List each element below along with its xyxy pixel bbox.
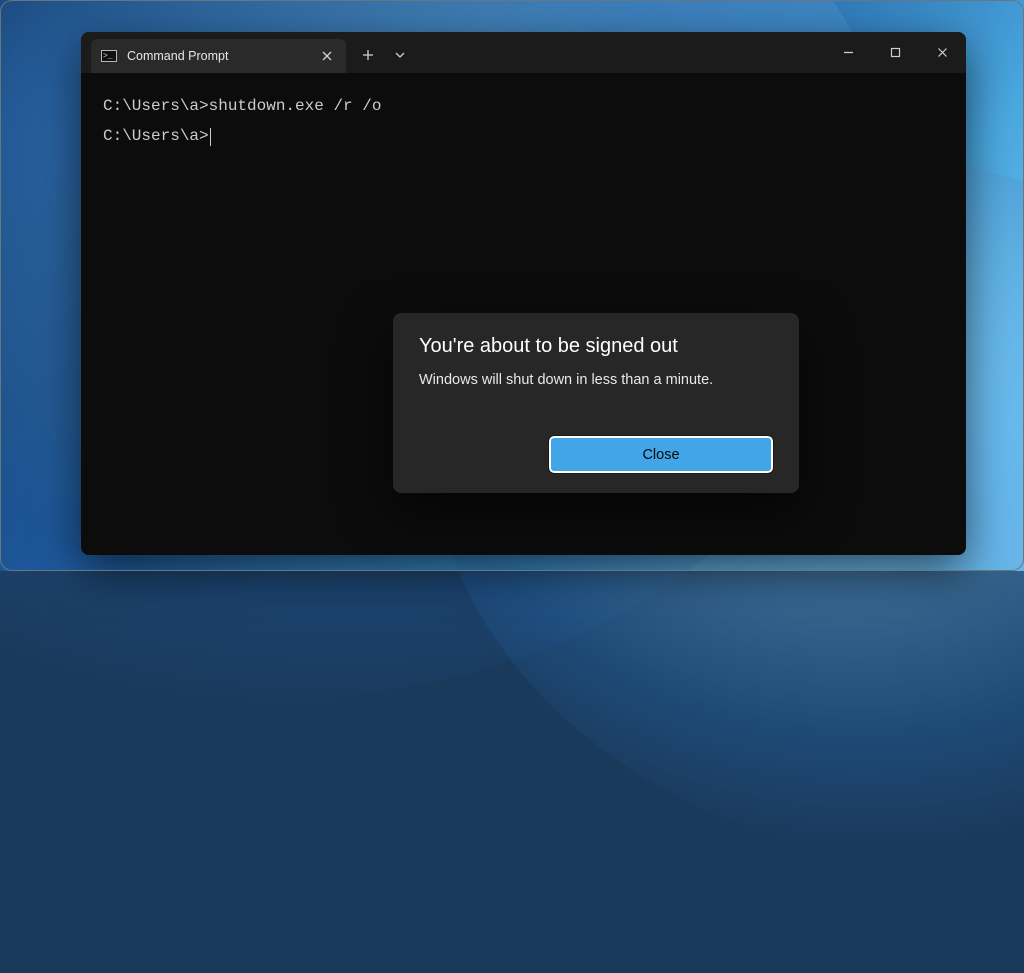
signout-dialog: You're about to be signed out Windows wi… <box>393 313 799 493</box>
terminal-prompt: C:\Users\a> <box>103 121 209 151</box>
terminal-body[interactable]: C:\Users\a>shutdown.exe /r /o C:\Users\a… <box>81 73 966 170</box>
dialog-body: Windows will shut down in less than a mi… <box>419 372 773 388</box>
dialog-close-button[interactable]: Close <box>549 436 773 473</box>
command-prompt-icon <box>101 50 117 62</box>
tab-dropdown-button[interactable] <box>384 39 416 71</box>
maximize-button[interactable] <box>872 32 919 73</box>
tab-close-button[interactable] <box>318 47 336 65</box>
dialog-actions: Close <box>419 436 773 473</box>
dialog-title: You're about to be signed out <box>419 335 773 358</box>
window-controls <box>825 32 966 73</box>
terminal-line: C:\Users\a>shutdown.exe /r /o <box>103 91 944 121</box>
tab-strip: Command Prompt <box>81 32 346 73</box>
text-cursor-icon <box>210 128 212 146</box>
close-window-button[interactable] <box>919 32 966 73</box>
title-bar[interactable]: Command Prompt <box>81 32 966 73</box>
tab-command-prompt[interactable]: Command Prompt <box>91 39 346 73</box>
new-tab-button[interactable] <box>352 39 384 71</box>
minimize-button[interactable] <box>825 32 872 73</box>
tab-title: Command Prompt <box>127 49 308 63</box>
